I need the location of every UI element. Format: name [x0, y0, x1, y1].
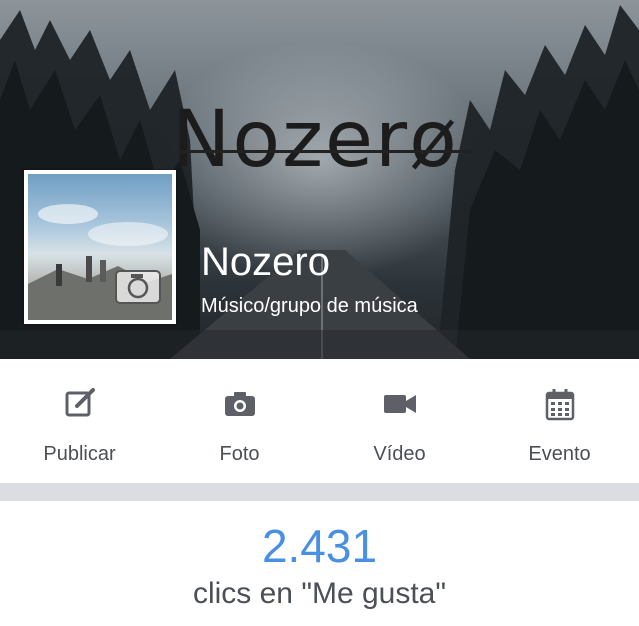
- photo-button[interactable]: Foto: [160, 359, 319, 483]
- event-button[interactable]: Evento: [480, 359, 639, 483]
- action-bar: Publicar Foto Vídeo Evento: [0, 359, 639, 483]
- compose-icon: [65, 388, 95, 417]
- likes-count: 2.431: [261, 520, 378, 572]
- change-picture-camera-icon[interactable]: [115, 270, 161, 304]
- wordmark-strike-line: [178, 150, 473, 153]
- cover-wordmark: Nozerø: [172, 95, 459, 185]
- likes-label: clics en "Me gusta": [192, 577, 447, 610]
- video-icon: [383, 395, 416, 413]
- likes-section[interactable]: 2.431 clics en "Me gusta": [0, 501, 639, 626]
- video-label: Vídeo: [373, 443, 426, 465]
- publish-label: Publicar: [43, 443, 116, 465]
- photo-label: Foto: [219, 443, 260, 465]
- page-category: Músico/grupo de música: [201, 295, 418, 317]
- calendar-icon: [545, 389, 574, 421]
- profile-picture[interactable]: [24, 170, 176, 324]
- cover-photo[interactable]: Nozerø Nozero Músico/grupo de música: [0, 0, 639, 359]
- camera-icon: [224, 392, 255, 416]
- video-button[interactable]: Vídeo: [320, 359, 479, 483]
- page-title: Nozero: [201, 240, 330, 284]
- section-divider: [0, 483, 639, 501]
- event-label: Evento: [528, 443, 591, 465]
- publish-button[interactable]: Publicar: [0, 359, 159, 483]
